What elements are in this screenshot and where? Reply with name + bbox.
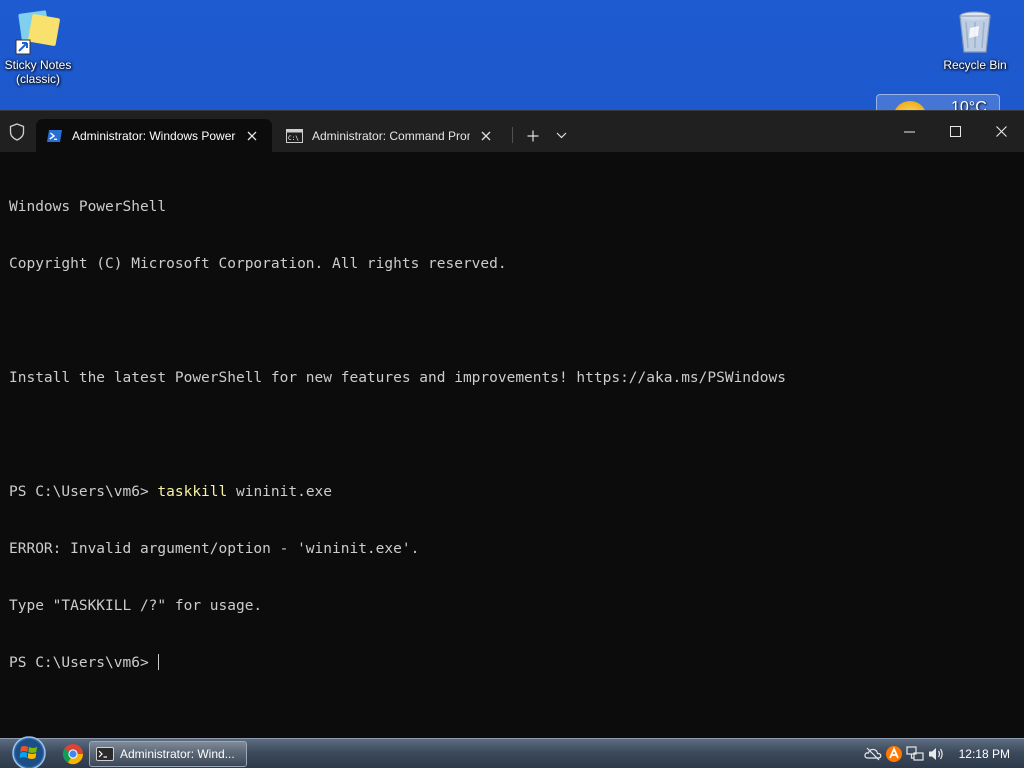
prompt: PS C:\Users\vm6> [9,484,158,500]
network-icon[interactable] [906,745,924,763]
plus-icon [527,130,539,141]
task-label: Administrator: Wind... [120,747,235,761]
taskbar-clock[interactable]: 12:18 PM [959,747,1010,761]
taskbar-task-terminal[interactable]: Administrator: Wind... [89,741,247,767]
windows-logo-icon [12,736,46,768]
console-command-line: PS C:\Users\vm6> taskkill wininit.exe [9,483,1015,502]
tab-powershell[interactable]: Administrator: Windows PowerShell [36,119,272,152]
minimize-icon [903,131,915,132]
svg-text:C:\: C:\ [288,135,299,142]
admin-shield-icon [0,111,34,152]
close-button[interactable] [978,111,1024,152]
chevron-down-icon [556,132,566,139]
desktop-icon-sticky-notes[interactable]: Sticky Notes (classic) [0,8,76,86]
tab-label: Administrator: Windows PowerShell [72,128,236,143]
console-line: Copyright (C) Microsoft Corporation. All… [9,256,507,272]
tab-dropdown-button[interactable] [547,119,575,152]
tab-separator [512,127,513,143]
text-cursor [158,654,160,670]
start-button[interactable] [8,735,50,768]
taskbar: Administrator: Wind... 12:18 PM [0,735,1024,768]
tab-label: Administrator: Command Prompt [312,128,470,143]
console-error-line: ERROR: Invalid argument/option - 'winini… [9,541,420,557]
window-controls [886,111,1024,152]
console-error-line: Type "TASKKILL /?" for usage. [9,598,263,614]
cmd-icon: C:\ [286,128,303,143]
desktop-icon-label: Recycle Bin [943,58,1007,72]
onedrive-offline-icon[interactable] [863,745,882,763]
prompt: PS C:\Users\vm6> [9,655,158,671]
console-line: Install the latest PowerShell for new fe… [9,370,786,386]
system-tray: 12:18 PM [861,739,1024,768]
tab-command-prompt[interactable]: C:\ Administrator: Command Prompt [276,119,506,152]
new-tab-button[interactable] [519,119,547,152]
chrome-taskbar-icon[interactable] [62,743,84,765]
recycle-bin-icon [951,8,999,56]
console-output[interactable]: Windows PowerShell Copyright (C) Microso… [0,152,1024,719]
sticky-notes-icon [14,8,62,56]
close-icon[interactable] [242,126,262,146]
maximize-button[interactable] [932,111,978,152]
close-icon[interactable] [476,126,496,146]
command-name: taskkill [157,484,228,500]
title-bar[interactable]: Administrator: Windows PowerShell C:\ Ad… [0,111,1024,152]
desktop-icon-label: Sticky Notes (classic) [4,58,72,86]
terminal-icon [96,747,114,761]
minimize-button[interactable] [886,111,932,152]
desktop-icon-recycle-bin[interactable]: Recycle Bin [937,8,1013,72]
command-argument: wininit.exe [227,484,333,500]
console-line: Windows PowerShell [9,199,167,215]
volume-icon[interactable] [927,745,945,763]
powershell-icon [46,129,63,143]
avast-icon[interactable] [885,745,903,763]
close-icon [995,126,1007,137]
console-input-line[interactable]: PS C:\Users\vm6> [9,654,1015,673]
terminal-window[interactable]: Administrator: Windows PowerShell C:\ Ad… [0,110,1024,738]
maximize-icon [949,126,961,137]
